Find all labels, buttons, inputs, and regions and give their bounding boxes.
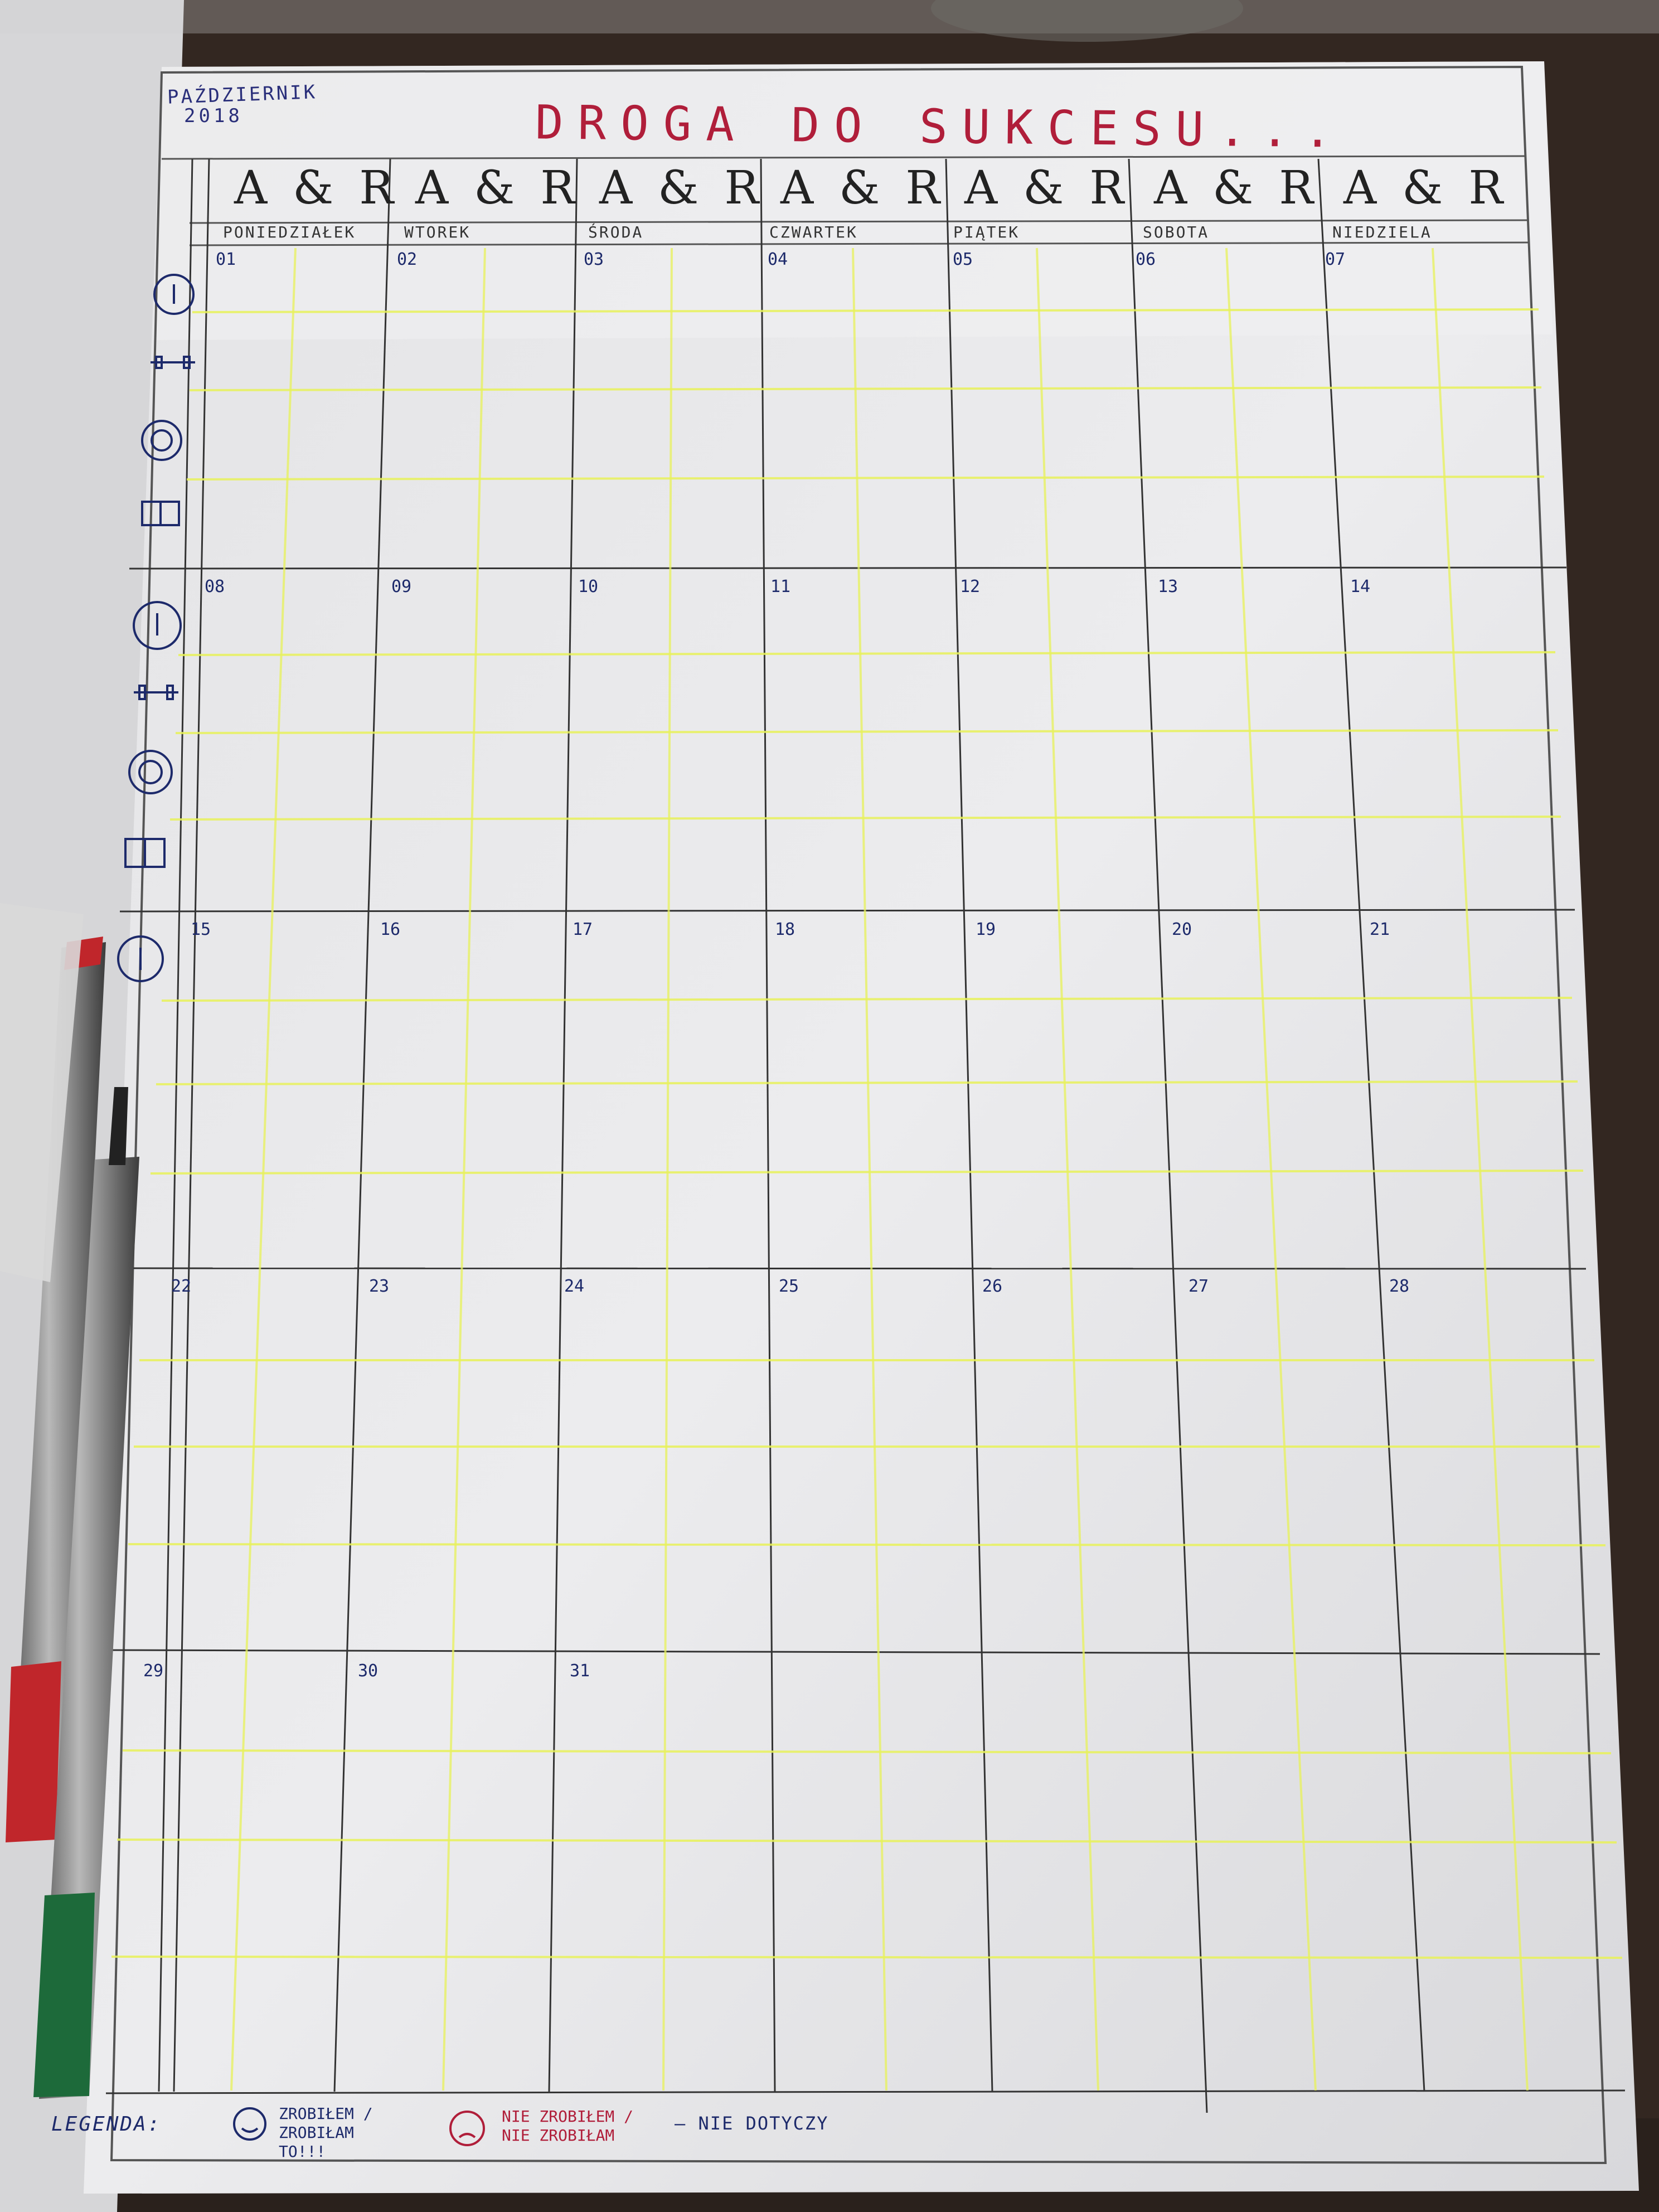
column-header-ar: A & R: [1154, 162, 1320, 215]
page-title: DROGA DO SUKCESU...: [535, 95, 1347, 158]
legend-done: ZROBIŁEM / ZROBIŁAM TO!!!: [279, 2104, 373, 2161]
day-number[interactable]: 28: [1389, 1277, 1409, 1296]
day-number[interactable]: 03: [584, 250, 604, 269]
day-number[interactable]: 04: [768, 250, 788, 269]
day-number[interactable]: 27: [1189, 1277, 1209, 1296]
day-number[interactable]: 29: [143, 1661, 163, 1681]
photo-scene: [0, 0, 1659, 2212]
day-number[interactable]: 12: [960, 577, 980, 596]
weekday-label: PONIEDZIAŁEK: [223, 223, 356, 241]
day-number[interactable]: 05: [953, 250, 973, 269]
legend-not-applicable: — NIE DOTYCZY: [675, 2113, 829, 2134]
day-number[interactable]: 15: [191, 920, 211, 939]
day-number[interactable]: 18: [775, 920, 795, 939]
day-number[interactable]: 23: [369, 1277, 389, 1296]
day-number[interactable]: 09: [391, 577, 411, 596]
column-header-ar: A & R: [234, 162, 400, 215]
day-number[interactable]: 22: [171, 1277, 191, 1296]
back-sheet-2: [0, 0, 1659, 33]
column-header-ar: A & R: [780, 162, 946, 215]
paper-sheet: [84, 61, 1639, 2194]
day-number[interactable]: 20: [1172, 920, 1192, 939]
day-number[interactable]: 31: [570, 1661, 590, 1681]
year-label: 2018: [184, 105, 243, 127]
day-number[interactable]: 13: [1158, 577, 1178, 596]
column-header-ar: A & R: [1343, 162, 1509, 215]
weekday-label: CZWARTEK: [769, 223, 858, 241]
day-number[interactable]: 21: [1370, 920, 1390, 939]
day-number[interactable]: 01: [216, 250, 236, 269]
day-number[interactable]: 17: [573, 920, 593, 939]
weekday-label: SOBOTA: [1143, 223, 1210, 241]
legend-label: LEGENDA:: [51, 2113, 162, 2136]
column-header-ar: A & R: [964, 162, 1130, 215]
day-number[interactable]: 16: [380, 920, 400, 939]
legend-not-done: NIE ZROBIŁEM / NIE ZROBIŁAM: [502, 2107, 634, 2145]
day-number[interactable]: 14: [1350, 577, 1370, 596]
day-number[interactable]: 07: [1325, 250, 1345, 269]
weekday-label: PIĄTEK: [953, 223, 1020, 241]
weekday-label: NIEDZIELA: [1332, 223, 1432, 241]
day-number[interactable]: 08: [205, 577, 225, 596]
weekday-label: WTOREK: [404, 223, 471, 241]
weekday-label: ŚRODA: [588, 223, 644, 241]
column-header-ar: A & R: [599, 162, 765, 215]
day-number[interactable]: 26: [982, 1277, 1002, 1296]
day-number[interactable]: 25: [779, 1277, 799, 1296]
day-number[interactable]: 06: [1136, 250, 1156, 269]
day-number[interactable]: 10: [578, 577, 598, 596]
day-number[interactable]: 11: [770, 577, 790, 596]
day-number[interactable]: 02: [397, 250, 417, 269]
day-number[interactable]: 19: [976, 920, 996, 939]
day-number[interactable]: 24: [564, 1277, 584, 1296]
day-number[interactable]: 30: [358, 1661, 378, 1681]
column-header-ar: A & R: [415, 162, 581, 215]
